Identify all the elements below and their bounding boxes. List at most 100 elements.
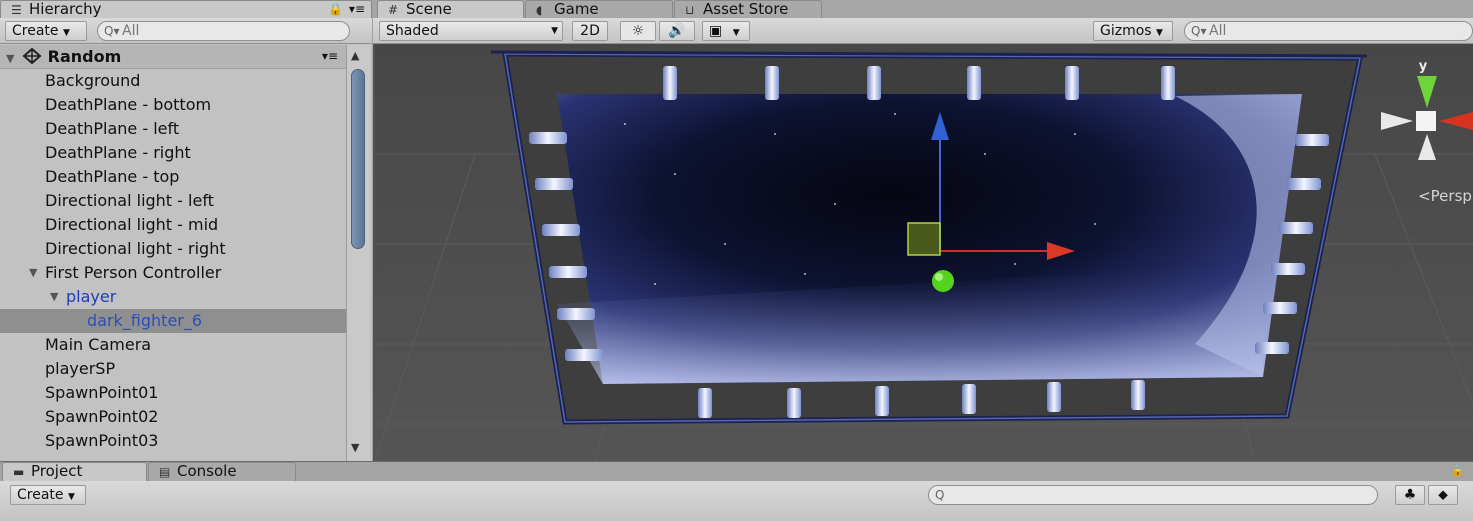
hierarchy-item-label: Directional light - left bbox=[45, 191, 214, 210]
panel-menu-icon[interactable]: ▾≡ bbox=[349, 1, 365, 18]
perspective-label[interactable]: <Persp bbox=[1418, 187, 1472, 205]
hierarchy-toolbar: Create ▼ Q▾ All bbox=[0, 18, 372, 44]
bottom-tabbar: ▬ Project ▤ Console 🔒 bbox=[0, 462, 1473, 481]
unity-scene-icon bbox=[22, 47, 42, 65]
hierarchy-item-label: Directional light - right bbox=[45, 239, 226, 258]
hierarchy-item[interactable]: dark_fighter_6 bbox=[0, 309, 346, 333]
hierarchy-item-label: Directional light - mid bbox=[45, 215, 219, 234]
scrollbar-thumb[interactable] bbox=[351, 69, 365, 249]
hierarchy-item[interactable]: SpawnPoint03 bbox=[0, 429, 346, 453]
2d-toggle-button[interactable]: 2D bbox=[572, 21, 608, 41]
hierarchy-item-label: SpawnPoint03 bbox=[45, 431, 159, 450]
dropdown-arrow-icon: ▼ bbox=[1156, 28, 1163, 38]
hierarchy-panel: ☰ Hierarchy 🔒 ▾≡ Create ▼ Q▾ All ▼ Random … bbox=[0, 0, 372, 461]
tab-project[interactable]: ▬ Project bbox=[2, 462, 147, 481]
effects-dropdown[interactable]: ▣ ▼ bbox=[702, 21, 750, 41]
perspective-arrow-icon: < bbox=[1418, 187, 1431, 205]
hierarchy-item-label: DeathPlane - top bbox=[45, 167, 180, 186]
scroll-up-icon[interactable]: ▲ bbox=[351, 49, 359, 62]
dropdown-arrow-icon: ▼ bbox=[551, 26, 558, 36]
scene-root-row[interactable]: ▼ Random ▾≡ bbox=[0, 45, 346, 69]
scene-toolbar: Shaded ▼ 2D ☼ 🔊 ▣ ▼ Gizmos ▼ Q▾ All bbox=[373, 18, 1473, 44]
tab-console[interactable]: ▤ Console bbox=[148, 462, 296, 481]
hierarchy-item[interactable]: Main Camera bbox=[0, 333, 346, 357]
hierarchy-item-label: First Person Controller bbox=[45, 263, 222, 282]
hierarchy-item[interactable]: SpawnPoint02 bbox=[0, 405, 346, 429]
center-cube[interactable] bbox=[1416, 111, 1436, 131]
image-icon: ▣ bbox=[709, 23, 723, 39]
list-icon: ☰ bbox=[11, 3, 22, 17]
grid-icon: # bbox=[388, 3, 399, 17]
tab-asset-store[interactable]: ⊔ Asset Store bbox=[674, 0, 822, 18]
sun-icon: ☼ bbox=[631, 23, 645, 39]
hierarchy-item[interactable]: Directional light - right bbox=[0, 237, 346, 261]
hierarchy-item[interactable]: DeathPlane - left bbox=[0, 117, 346, 141]
scene-canvas[interactable]: y <Persp bbox=[375, 44, 1473, 461]
search-icon: Q▾ bbox=[1191, 24, 1207, 38]
hierarchy-item[interactable]: Directional light - mid bbox=[0, 213, 346, 237]
lock-icon[interactable]: 🔒 bbox=[328, 1, 343, 18]
filter-label-button[interactable]: ⬥ bbox=[1428, 485, 1458, 505]
pacman-icon: ◖ bbox=[536, 3, 543, 17]
tab-game[interactable]: ◖ Game bbox=[525, 0, 673, 18]
axis-y-label: y bbox=[1419, 59, 1428, 74]
console-icon: ▤ bbox=[159, 465, 171, 479]
tag-icon: ⬥ bbox=[1438, 487, 1448, 503]
speaker-icon: 🔊 bbox=[668, 23, 686, 39]
hierarchy-item[interactable]: DeathPlane - bottom bbox=[0, 93, 346, 117]
hierarchy-item-label: Main Camera bbox=[45, 335, 152, 354]
scene-panel: # Scene ◖ Game ⊔ Asset Store Shaded ▼ 2D ☼ … bbox=[373, 0, 1473, 461]
folder-icon: ▬ bbox=[13, 465, 25, 479]
hierarchy-item-label: SpawnPoint01 bbox=[45, 383, 159, 402]
hierarchy-tabbar: ☰ Hierarchy 🔒 ▾≡ bbox=[0, 0, 372, 18]
hierarchy-item-label: DeathPlane - left bbox=[45, 119, 180, 138]
filter-type-button[interactable]: ♣ bbox=[1395, 485, 1425, 505]
hierarchy-item-label: player bbox=[66, 287, 117, 306]
shading-mode-dropdown[interactable]: Shaded ▼ bbox=[379, 21, 563, 41]
project-toolbar: Create ▼ Q ♣ ⬥ bbox=[0, 481, 1473, 521]
project-search-input[interactable]: Q bbox=[928, 485, 1378, 505]
hierarchy-item[interactable]: ▼ player bbox=[0, 285, 346, 309]
lock-icon[interactable]: 🔒 bbox=[1451, 464, 1465, 477]
hierarchy-scrollbar[interactable]: ▲ ▼ bbox=[346, 45, 370, 461]
search-icon: Q▾ bbox=[104, 24, 120, 38]
lighting-toggle-button[interactable]: ☼ bbox=[620, 21, 656, 41]
dropdown-arrow-icon: ▼ bbox=[62, 28, 70, 38]
hierarchy-item-label: dark_fighter_6 bbox=[87, 311, 203, 330]
expand-arrow-icon[interactable]: ▼ bbox=[29, 261, 37, 285]
plane-handle[interactable] bbox=[907, 222, 941, 256]
hierarchy-search-input[interactable]: Q▾ All bbox=[97, 21, 350, 41]
project-panel: ▬ Project ▤ Console 🔒 Create ▼ Q ♣ ⬥ bbox=[0, 462, 1473, 521]
expand-arrow-icon[interactable]: ▼ bbox=[50, 285, 58, 309]
dropdown-arrow-icon: ▼ bbox=[732, 28, 740, 38]
hierarchy-item[interactable]: playerSP bbox=[0, 357, 346, 381]
create-button[interactable]: Create ▼ bbox=[5, 21, 87, 41]
hierarchy-item[interactable]: DeathPlane - top bbox=[0, 165, 346, 189]
player-object[interactable] bbox=[932, 270, 954, 292]
hierarchy-item[interactable]: Directional light - left bbox=[0, 189, 346, 213]
tab-scene[interactable]: # Scene bbox=[377, 0, 524, 18]
hierarchy-item[interactable]: SpawnPoint01 bbox=[0, 381, 346, 405]
shopping-bag-icon: ⊔ bbox=[685, 3, 695, 17]
hierarchy-item-label: DeathPlane - right bbox=[45, 143, 191, 162]
dropdown-arrow-icon: ▼ bbox=[67, 492, 75, 502]
hierarchy-item-label: playerSP bbox=[45, 359, 116, 378]
gizmos-dropdown[interactable]: Gizmos ▼ bbox=[1093, 21, 1173, 41]
hierarchy-item[interactable]: Background bbox=[0, 69, 346, 93]
scene-viewport[interactable]: y <Persp bbox=[375, 44, 1473, 461]
shapes-icon: ♣ bbox=[1403, 487, 1417, 503]
scene-search-input[interactable]: Q▾ All bbox=[1184, 21, 1473, 41]
audio-toggle-button[interactable]: 🔊 bbox=[659, 21, 695, 41]
scene-tabbar: # Scene ◖ Game ⊔ Asset Store bbox=[373, 0, 1473, 18]
scroll-down-icon[interactable]: ▼ bbox=[351, 441, 359, 454]
expand-arrow-icon[interactable]: ▼ bbox=[6, 47, 14, 70]
hierarchy-item[interactable]: ▼ First Person Controller bbox=[0, 261, 346, 285]
hierarchy-item-label: Background bbox=[45, 71, 141, 90]
project-create-button[interactable]: Create ▼ bbox=[10, 485, 86, 505]
root-menu-icon[interactable]: ▾≡ bbox=[322, 45, 338, 68]
hierarchy-item[interactable]: DeathPlane - right bbox=[0, 141, 346, 165]
search-icon: Q bbox=[935, 488, 945, 502]
hierarchy-item-label: SpawnPoint02 bbox=[45, 407, 159, 426]
tab-hierarchy[interactable]: ☰ Hierarchy 🔒 ▾≡ bbox=[0, 0, 372, 18]
hierarchy-item-label: DeathPlane - bottom bbox=[45, 95, 212, 114]
